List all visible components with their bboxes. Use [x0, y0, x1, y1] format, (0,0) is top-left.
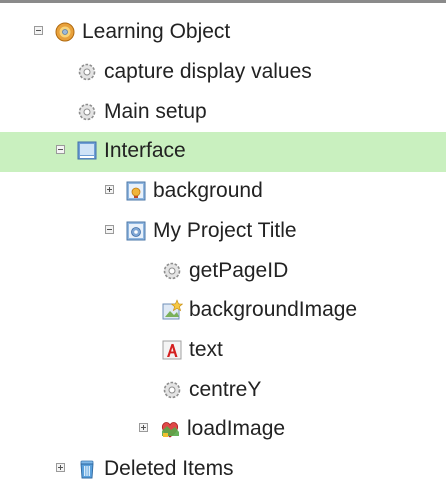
collapse-toggle-icon[interactable] — [56, 145, 65, 154]
load-image-icon — [159, 418, 181, 440]
tree-node-label: getPageID — [189, 259, 289, 282]
tree-node-loadimage[interactable]: loadImage — [0, 410, 446, 450]
tree-node-label: text — [189, 338, 223, 361]
expand-toggle-icon[interactable] — [139, 423, 148, 432]
tree-node-deleted-items[interactable]: Deleted Items — [0, 450, 446, 486]
tree-node-label: backgroundImage — [189, 298, 358, 321]
image-star-icon — [161, 299, 183, 321]
tree-node-my-project-title[interactable]: My Project Title — [0, 212, 446, 252]
gear-script-icon — [76, 61, 98, 83]
tree-node-label: loadImage — [187, 417, 286, 440]
tree-node-label: Main setup — [104, 100, 207, 123]
gear-script-icon — [161, 260, 183, 282]
tree-node-label: My Project Title — [153, 219, 297, 242]
learning-object-icon — [54, 21, 76, 43]
top-divider — [0, 0, 446, 3]
project-tree: Learning Object capture display values M… — [0, 0, 446, 486]
tree-node-text[interactable]: text — [0, 331, 446, 371]
deleted-items-icon — [76, 458, 98, 480]
tree-node-centrey[interactable]: centreY — [0, 371, 446, 411]
text-icon — [161, 339, 183, 361]
tree-node-label: Interface — [104, 139, 186, 162]
tree-node-capture-display-values[interactable]: capture display values — [0, 53, 446, 93]
tree-node-interface[interactable]: Interface — [0, 132, 446, 172]
expand-toggle-icon[interactable] — [56, 463, 65, 472]
project-title-page-icon — [125, 220, 147, 242]
tree-node-backgroundimage[interactable]: backgroundImage — [0, 291, 446, 331]
tree-node-label: Learning Object — [82, 20, 231, 43]
tree-node-label: background — [153, 179, 263, 202]
tree-node-label: Deleted Items — [104, 457, 234, 480]
gear-script-icon — [76, 101, 98, 123]
gear-script-icon — [161, 379, 183, 401]
tree-node-main-setup[interactable]: Main setup — [0, 93, 446, 133]
tree-node-label: capture display values — [104, 60, 312, 83]
tree-node-getpageid[interactable]: getPageID — [0, 252, 446, 292]
background-page-icon — [125, 180, 147, 202]
tree-node-label: centreY — [189, 378, 262, 401]
collapse-toggle-icon[interactable] — [34, 26, 43, 35]
interface-page-icon — [76, 140, 98, 162]
collapse-toggle-icon[interactable] — [105, 225, 114, 234]
tree-node-background[interactable]: background — [0, 172, 446, 212]
expand-toggle-icon[interactable] — [105, 185, 114, 194]
tree-node-learning-object[interactable]: Learning Object — [0, 13, 446, 53]
